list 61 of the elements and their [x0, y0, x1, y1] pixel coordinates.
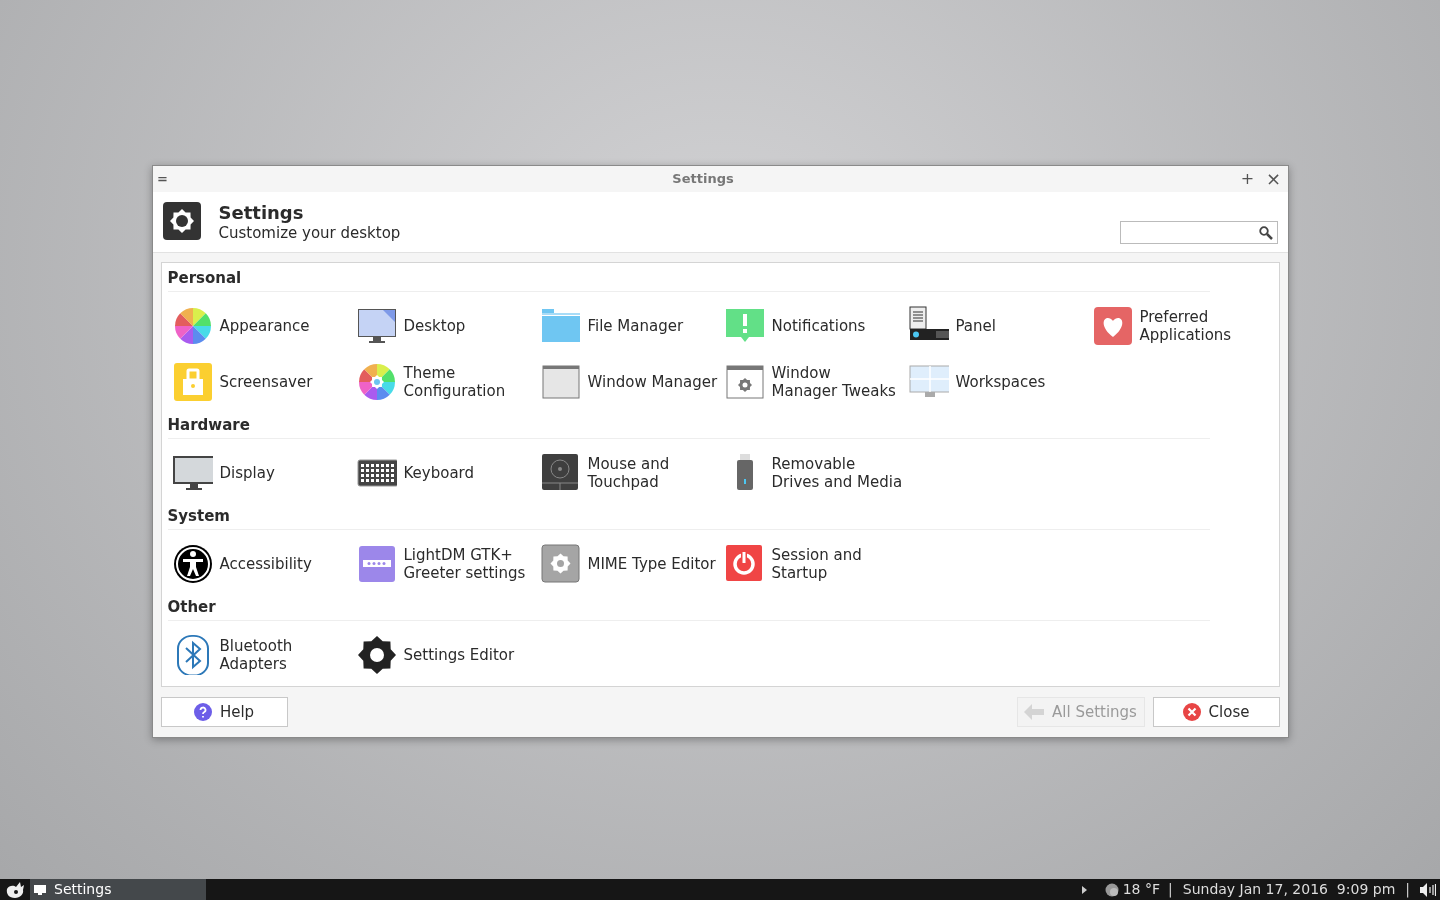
close-button[interactable]: × [1263, 170, 1284, 188]
password-field-icon [356, 544, 397, 584]
search-icon [1258, 225, 1273, 240]
help-button[interactable]: Help [160, 697, 288, 727]
settings-icon [356, 635, 397, 675]
padlock-icon [172, 362, 213, 402]
monitor-icon [34, 883, 46, 896]
settings-item[interactable]: Screensaver [167, 354, 352, 410]
section-heading: Other [167, 598, 1210, 621]
settings-item[interactable]: Theme Configuration [351, 354, 536, 410]
settings-item[interactable]: Keyboard [351, 445, 536, 501]
settings-item[interactable]: Appearance [167, 298, 352, 354]
window-gear-icon [724, 362, 765, 402]
settings-item[interactable]: Window Manager [535, 354, 720, 410]
color-wheel-icon [356, 362, 397, 402]
window-title: Settings [671, 170, 735, 189]
window-menu-button[interactable]: = [156, 169, 169, 189]
settings-item[interactable]: Desktop [351, 298, 536, 354]
separator-text: | [1168, 880, 1173, 900]
settings-item[interactable]: Display [167, 445, 352, 501]
settings-item[interactable]: Settings Editor [351, 627, 536, 683]
section-heading: Personal [167, 269, 1210, 292]
close-button[interactable]: Close [1152, 697, 1280, 727]
color-wheel-icon [172, 306, 213, 346]
close-icon [1182, 703, 1201, 721]
settings-item[interactable]: Accessibility [167, 536, 352, 592]
settings-item[interactable]: LightDM GTK+ Greeter settings [351, 536, 536, 592]
settings-item[interactable]: Workspaces [903, 354, 1088, 410]
task-button[interactable]: Settings [30, 879, 206, 900]
moon-icon [1104, 882, 1119, 897]
gear-icon [540, 544, 581, 584]
settings-item[interactable]: Removable Drives and Media [719, 445, 904, 501]
header-subtitle: Customize your desktop [218, 224, 402, 242]
settings-item[interactable]: Preferred Applications [1087, 298, 1272, 354]
section-heading: System [167, 507, 1210, 530]
settings-item[interactable]: Panel [903, 298, 1088, 354]
help-icon [193, 703, 212, 721]
settings-item[interactable]: File Manager [535, 298, 720, 354]
speaker-icon[interactable] [1420, 882, 1436, 897]
maximize-button[interactable]: + [1237, 167, 1258, 191]
settings-item[interactable]: MIME Type Editor [535, 536, 720, 592]
clock-text[interactable]: Sunday Jan 17, 2016 9:09 pm [1182, 879, 1396, 900]
settings-item[interactable]: Notifications [719, 298, 904, 354]
settings-item[interactable]: Session and Startup [719, 536, 904, 592]
header-title: Settings [218, 202, 305, 224]
settings-item[interactable]: Window Manager Tweaks [719, 354, 904, 410]
settings-item[interactable]: Bluetooth Adapters [167, 627, 352, 683]
back-arrow-icon [1024, 704, 1045, 720]
expand-arrow-icon[interactable] [1081, 885, 1087, 894]
window-icon [540, 362, 581, 402]
monitor-icon [172, 453, 213, 493]
settings-item[interactable]: Mouse and Touchpad [535, 445, 720, 501]
power-icon [724, 544, 765, 584]
accessibility-icon [172, 544, 213, 584]
weather-text[interactable]: 18 °F [1122, 879, 1161, 900]
gear-icon [162, 202, 203, 242]
touchpad-icon [540, 453, 581, 493]
monitor-icon [356, 306, 397, 346]
separator-text: | [1405, 880, 1410, 900]
section-heading: Hardware [167, 416, 1210, 439]
search-field[interactable] [1119, 221, 1278, 244]
